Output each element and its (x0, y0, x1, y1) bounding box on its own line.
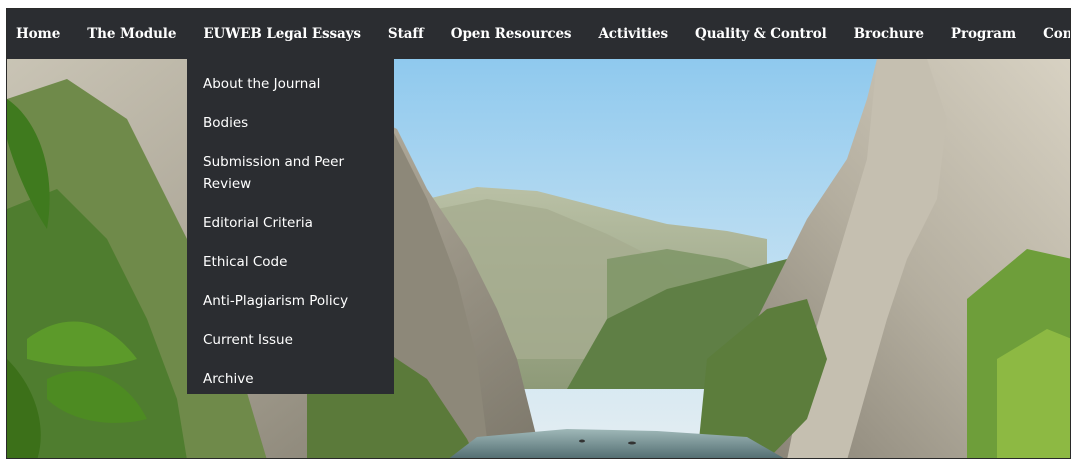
nav-item-home[interactable]: Home (16, 26, 60, 42)
nav-item-staff[interactable]: Staff (388, 26, 424, 42)
page-frame: Home The Module EUWEB Legal Essays Staff… (6, 8, 1071, 459)
dropdown-item-submission-and-peer-review[interactable]: Submission and Peer Review (187, 151, 394, 195)
nav-item-the-module[interactable]: The Module (87, 26, 176, 42)
dropdown-item-current-issue[interactable]: Current Issue (187, 329, 394, 351)
nav-item-open-resources[interactable]: Open Resources (451, 26, 572, 42)
hero-image (7, 59, 1070, 458)
nav-item-brochure[interactable]: Brochure (854, 26, 924, 42)
euweb-dropdown-menu: About the Journal Bodies Submission and … (187, 59, 394, 394)
nav-item-euweb-legal-essays[interactable]: EUWEB Legal Essays (203, 26, 361, 42)
main-nav: Home The Module EUWEB Legal Essays Staff… (7, 9, 1070, 59)
dropdown-item-about-the-journal[interactable]: About the Journal (187, 73, 394, 95)
nav-item-contacts[interactable]: Contacts (1043, 26, 1070, 42)
nav-item-program[interactable]: Program (951, 26, 1016, 42)
nav-item-activities[interactable]: Activities (598, 26, 668, 42)
nav-item-quality-control[interactable]: Quality & Control (695, 26, 827, 42)
dropdown-item-bodies[interactable]: Bodies (187, 112, 394, 134)
canyon-lake-scenery (7, 59, 1070, 458)
dropdown-item-ethical-code[interactable]: Ethical Code (187, 251, 394, 273)
dropdown-item-archive[interactable]: Archive (187, 368, 394, 390)
dropdown-item-editorial-criteria[interactable]: Editorial Criteria (187, 212, 394, 234)
dropdown-item-anti-plagiarism-policy[interactable]: Anti-Plagiarism Policy (187, 290, 394, 312)
